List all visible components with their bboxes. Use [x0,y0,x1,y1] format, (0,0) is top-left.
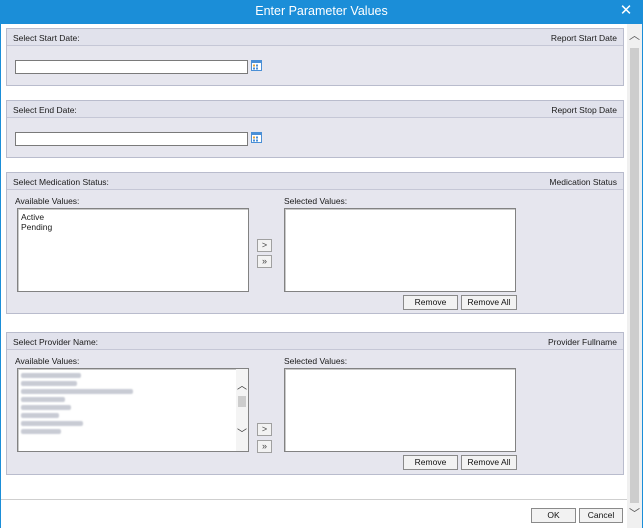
end-date-label: Select End Date: [13,105,77,115]
list-item[interactable]: Active [18,212,248,222]
title-bar: Enter Parameter Values ✕ [0,0,643,24]
list-item[interactable] [21,397,65,402]
chevron-down-icon[interactable]: ﹀ [628,508,641,521]
remove-button[interactable]: Remove [403,295,458,310]
list-item[interactable] [21,389,133,394]
available-values-label: Available Values: [15,196,80,206]
calendar-icon[interactable] [251,60,262,71]
start-date-input[interactable] [15,60,248,74]
end-date-input[interactable] [15,132,248,146]
end-date-prompt: Report Stop Date [551,105,617,115]
provider-name-section: Select Provider Name: Provider Fullname … [6,332,624,475]
selected-values-label: Selected Values: [284,356,348,366]
cancel-button[interactable]: Cancel [579,508,623,523]
start-date-header: Select Start Date: Report Start Date [7,29,623,46]
medication-status-section: Select Medication Status: Medication Sta… [6,172,624,314]
scroll-thumb[interactable] [238,396,246,407]
list-item[interactable] [21,373,81,378]
provider-list-scrollbar[interactable]: ︿ ﹀ [236,369,248,451]
medication-status-header: Select Medication Status: Medication Sta… [7,173,623,190]
parameter-panel: Select Start Date: Report Start Date Sel… [1,24,627,499]
chevron-up-icon[interactable]: ︿ [628,30,641,43]
start-date-section: Select Start Date: Report Start Date [6,28,624,86]
window-title: Enter Parameter Values [255,4,388,18]
end-date-section: Select End Date: Report Stop Date [6,100,624,158]
list-item[interactable] [21,405,71,410]
list-item[interactable]: Pending [18,222,248,232]
chevron-up-icon[interactable]: ︿ [236,377,248,392]
list-item[interactable] [21,413,59,418]
remove-all-button[interactable]: Remove All [461,295,517,310]
selected-values-label: Selected Values: [284,196,348,206]
medication-status-prompt: Medication Status [549,177,617,187]
add-selected-button[interactable]: > [257,423,272,436]
list-item[interactable] [21,429,61,434]
provider-name-header: Select Provider Name: Provider Fullname [7,333,623,350]
main-scrollbar[interactable]: ︿ ﹀ [627,24,642,528]
start-date-label: Select Start Date: [13,33,80,43]
provider-selected-list[interactable] [284,368,516,452]
provider-name-prompt: Provider Fullname [548,337,617,347]
start-date-prompt: Report Start Date [550,33,617,43]
list-item[interactable] [21,421,83,426]
dialog-frame: Select Start Date: Report Start Date Sel… [0,24,643,528]
medication-selected-list[interactable] [284,208,516,292]
calendar-icon[interactable] [251,132,262,143]
list-item[interactable] [21,381,77,386]
chevron-down-icon[interactable]: ﹀ [236,425,248,440]
add-all-button[interactable]: » [257,440,272,453]
end-date-header: Select End Date: Report Stop Date [7,101,623,118]
medication-available-list[interactable]: Active Pending [17,208,249,292]
remove-button[interactable]: Remove [403,455,458,470]
available-values-label: Available Values: [15,356,80,366]
provider-available-list[interactable]: ︿ ﹀ [17,368,249,452]
add-all-button[interactable]: » [257,255,272,268]
close-button[interactable]: ✕ [615,1,637,21]
add-selected-button[interactable]: > [257,239,272,252]
medication-status-label: Select Medication Status: [13,177,109,187]
provider-name-label: Select Provider Name: [13,337,99,347]
ok-button[interactable]: OK [531,508,576,523]
remove-all-button[interactable]: Remove All [461,455,517,470]
dialog-footer: OK Cancel [1,499,627,528]
scroll-thumb[interactable] [630,48,639,503]
